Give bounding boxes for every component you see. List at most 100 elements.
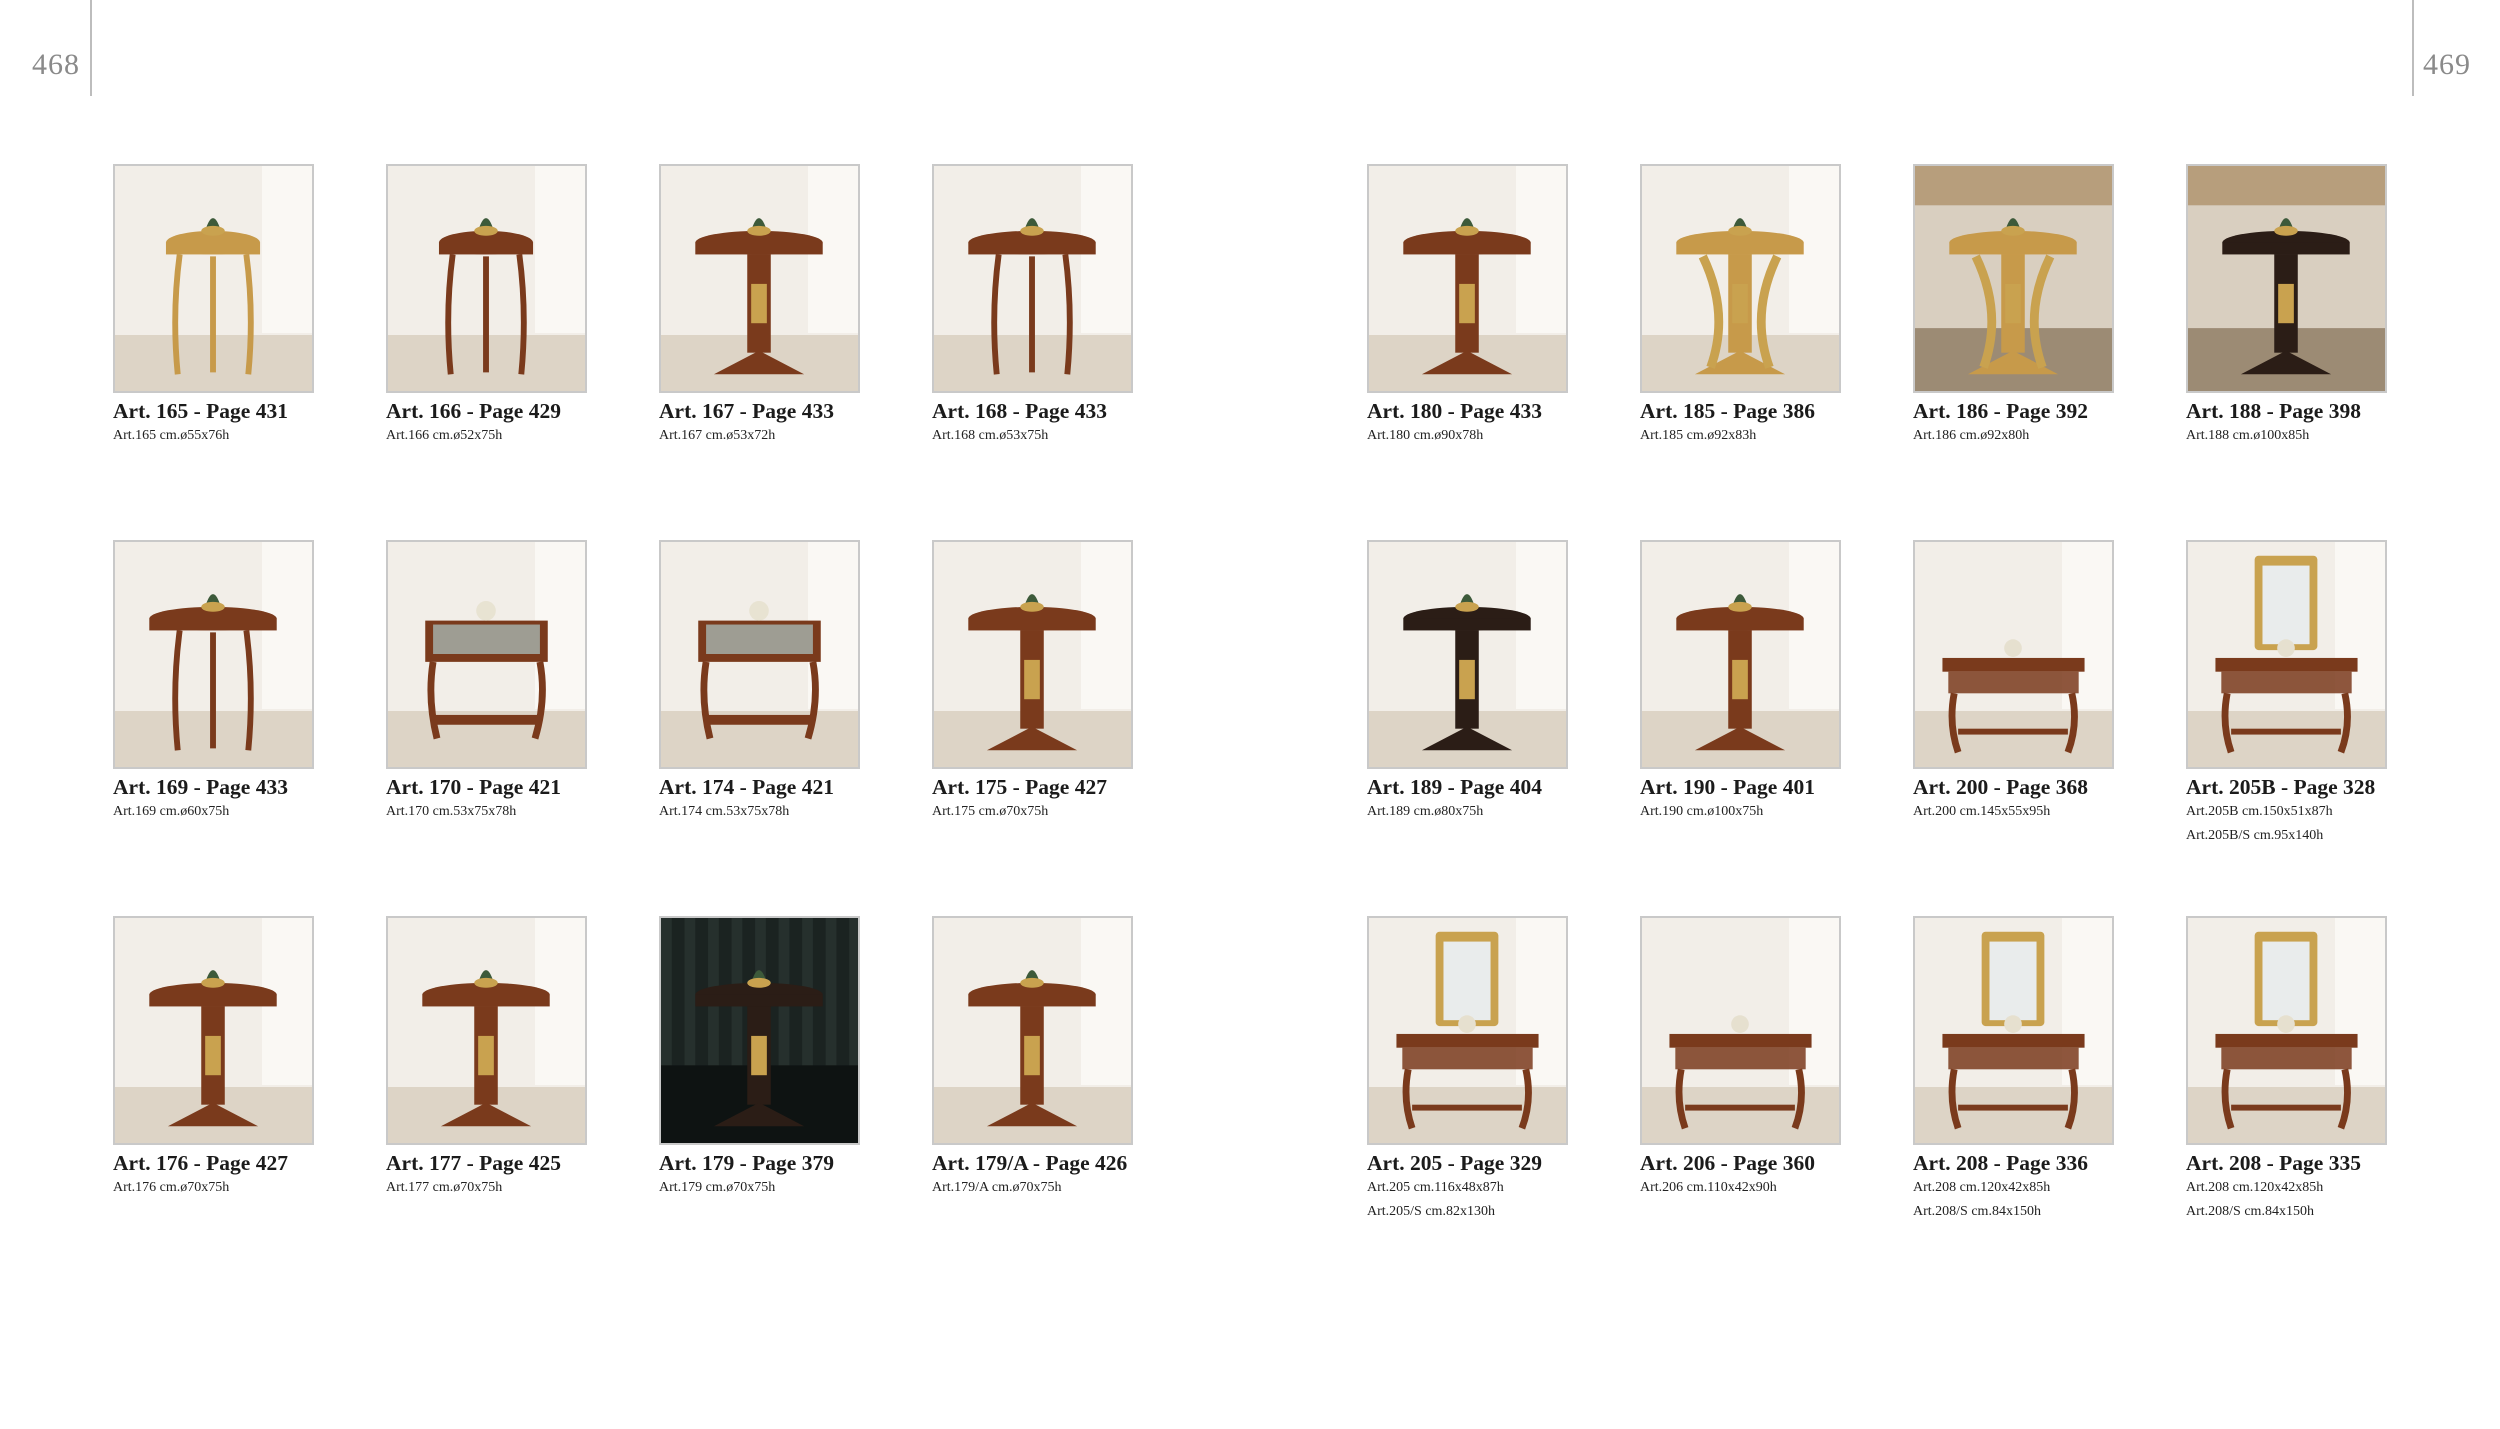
- product-photo[interactable]: [1367, 916, 1568, 1145]
- product-dimensions: Art.208/S cm.84x150h: [2186, 1204, 2314, 1219]
- catalog-item[interactable]: Art. 205 - Page 329 Art.205 cm.116x48x87h…: [1367, 916, 1627, 1224]
- product-photo[interactable]: [932, 916, 1133, 1145]
- product-dimensions: Art.205/S cm.82x130h: [1367, 1204, 1495, 1219]
- catalog-item[interactable]: Art. 188 - Page 398 Art.188 cm.ø100x85h: [2186, 164, 2446, 448]
- product-photo[interactable]: [1913, 540, 2114, 769]
- product-dimensions: Art.206 cm.110x42x90h: [1640, 1180, 1777, 1195]
- catalog-item[interactable]: Art. 168 - Page 433 Art.168 cm.ø53x75h: [932, 164, 1192, 448]
- catalog-item[interactable]: Art. 190 - Page 401 Art.190 cm.ø100x75h: [1640, 540, 1900, 824]
- product-dimensions: Art.179 cm.ø70x75h: [659, 1180, 776, 1195]
- page-divider-right: [2412, 0, 2414, 96]
- product-photo[interactable]: [1367, 540, 1568, 769]
- product-title: Art. 186 - Page 392: [1913, 399, 2088, 423]
- product-dimensions: Art.208 cm.120x42x85h: [2186, 1180, 2324, 1195]
- product-dimensions: Art.177 cm.ø70x75h: [386, 1180, 503, 1195]
- product-dimensions: Art.208 cm.120x42x85h: [1913, 1180, 2051, 1195]
- product-dimensions: Art.205B cm.150x51x87h: [2186, 804, 2333, 819]
- product-dimensions: Art.190 cm.ø100x75h: [1640, 804, 1764, 819]
- product-photo[interactable]: [659, 164, 860, 393]
- catalog-item[interactable]: Art. 170 - Page 421 Art.170 cm.53x75x78h: [386, 540, 646, 824]
- product-title: Art. 167 - Page 433: [659, 399, 834, 423]
- product-title: Art. 205B - Page 328: [2186, 775, 2376, 799]
- product-photo[interactable]: [113, 164, 314, 393]
- product-title: Art. 174 - Page 421: [659, 775, 834, 799]
- product-photo[interactable]: [932, 164, 1133, 393]
- product-photo[interactable]: [1913, 164, 2114, 393]
- product-dimensions: Art.189 cm.ø80x75h: [1367, 804, 1484, 819]
- product-photo[interactable]: [659, 540, 860, 769]
- catalog-item[interactable]: Art. 205B - Page 328 Art.205B cm.150x51x8…: [2186, 540, 2446, 848]
- product-photo[interactable]: [659, 916, 860, 1145]
- product-photo[interactable]: [386, 540, 587, 769]
- catalog-item[interactable]: Art. 167 - Page 433 Art.167 cm.ø53x72h: [659, 164, 919, 448]
- product-photo[interactable]: [113, 916, 314, 1145]
- catalog-item[interactable]: Art. 185 - Page 386 Art.185 cm.ø92x83h: [1640, 164, 1900, 448]
- product-dimensions: Art.205B/S cm.95x140h: [2186, 828, 2324, 843]
- catalog-item[interactable]: Art. 166 - Page 429 Art.166 cm.ø52x75h: [386, 164, 646, 448]
- product-dimensions: Art.188 cm.ø100x85h: [2186, 428, 2310, 443]
- product-dimensions: Art.186 cm.ø92x80h: [1913, 428, 2030, 443]
- product-photo[interactable]: [386, 164, 587, 393]
- product-dimensions: Art.168 cm.ø53x75h: [932, 428, 1049, 443]
- product-title: Art. 179/A - Page 426: [932, 1151, 1128, 1175]
- product-title: Art. 168 - Page 433: [932, 399, 1107, 423]
- product-title: Art. 176 - Page 427: [113, 1151, 288, 1175]
- product-dimensions: Art.185 cm.ø92x83h: [1640, 428, 1757, 443]
- catalog-item[interactable]: Art. 206 - Page 360 Art.206 cm.110x42x90h: [1640, 916, 1900, 1200]
- catalog-item[interactable]: Art. 180 - Page 433 Art.180 cm.ø90x78h: [1367, 164, 1627, 448]
- product-photo[interactable]: [1640, 540, 1841, 769]
- catalog-item[interactable]: Art. 208 - Page 335 Art.208 cm.120x42x85h…: [2186, 916, 2446, 1224]
- product-photo[interactable]: [1913, 916, 2114, 1145]
- product-title: Art. 177 - Page 425: [386, 1151, 561, 1175]
- catalog-item[interactable]: Art. 176 - Page 427 Art.176 cm.ø70x75h: [113, 916, 373, 1200]
- product-photo[interactable]: [113, 540, 314, 769]
- product-photo[interactable]: [1640, 916, 1841, 1145]
- product-title: Art. 165 - Page 431: [113, 399, 288, 423]
- product-title: Art. 200 - Page 368: [1913, 775, 2088, 799]
- catalog-item[interactable]: Art. 186 - Page 392 Art.186 cm.ø92x80h: [1913, 164, 2173, 448]
- catalog-item[interactable]: Art. 200 - Page 368 Art.200 cm.145x55x95h: [1913, 540, 2173, 824]
- product-dimensions: Art.170 cm.53x75x78h: [386, 804, 517, 819]
- catalog-item[interactable]: Art. 189 - Page 404 Art.189 cm.ø80x75h: [1367, 540, 1627, 824]
- catalog-item[interactable]: Art. 208 - Page 336 Art.208 cm.120x42x85h…: [1913, 916, 2173, 1224]
- product-title: Art. 189 - Page 404: [1367, 775, 1542, 799]
- product-title: Art. 180 - Page 433: [1367, 399, 1542, 423]
- page-number-right: 469: [2423, 48, 2471, 81]
- product-photo[interactable]: [2186, 540, 2387, 769]
- product-dimensions: Art.176 cm.ø70x75h: [113, 1180, 230, 1195]
- product-title: Art. 185 - Page 386: [1640, 399, 1815, 423]
- catalog-item[interactable]: Art. 179/A - Page 426 Art.179/A cm.ø70x75…: [932, 916, 1192, 1200]
- catalog-item[interactable]: Art. 174 - Page 421 Art.174 cm.53x75x78h: [659, 540, 919, 824]
- product-dimensions: Art.167 cm.ø53x72h: [659, 428, 776, 443]
- product-title: Art. 169 - Page 433: [113, 775, 288, 799]
- catalog-item[interactable]: Art. 177 - Page 425 Art.177 cm.ø70x75h: [386, 916, 646, 1200]
- catalog-item[interactable]: Art. 169 - Page 433 Art.169 cm.ø60x75h: [113, 540, 373, 824]
- product-dimensions: Art.166 cm.ø52x75h: [386, 428, 503, 443]
- product-title: Art. 205 - Page 329: [1367, 1151, 1542, 1175]
- catalog-item[interactable]: Art. 179 - Page 379 Art.179 cm.ø70x75h: [659, 916, 919, 1200]
- product-photo[interactable]: [1367, 164, 1568, 393]
- product-dimensions: Art.175 cm.ø70x75h: [932, 804, 1049, 819]
- product-photo[interactable]: [386, 916, 587, 1145]
- product-title: Art. 190 - Page 401: [1640, 775, 1815, 799]
- product-photo[interactable]: [1640, 164, 1841, 393]
- product-photo[interactable]: [2186, 164, 2387, 393]
- product-dimensions: Art.208/S cm.84x150h: [1913, 1204, 2041, 1219]
- product-title: Art. 179 - Page 379: [659, 1151, 834, 1175]
- page-number-left: 468: [32, 48, 80, 81]
- product-photo[interactable]: [932, 540, 1133, 769]
- product-title: Art. 188 - Page 398: [2186, 399, 2361, 423]
- product-title: Art. 208 - Page 336: [1913, 1151, 2088, 1175]
- product-dimensions: Art.179/A cm.ø70x75h: [932, 1180, 1062, 1195]
- product-title: Art. 206 - Page 360: [1640, 1151, 1815, 1175]
- catalog-item[interactable]: Art. 175 - Page 427 Art.175 cm.ø70x75h: [932, 540, 1192, 824]
- product-dimensions: Art.169 cm.ø60x75h: [113, 804, 230, 819]
- product-dimensions: Art.180 cm.ø90x78h: [1367, 428, 1484, 443]
- product-dimensions: Art.165 cm.ø55x76h: [113, 428, 230, 443]
- product-title: Art. 166 - Page 429: [386, 399, 561, 423]
- product-photo[interactable]: [2186, 916, 2387, 1145]
- product-dimensions: Art.205 cm.116x48x87h: [1367, 1180, 1504, 1195]
- product-dimensions: Art.200 cm.145x55x95h: [1913, 804, 2051, 819]
- product-title: Art. 170 - Page 421: [386, 775, 561, 799]
- catalog-item[interactable]: Art. 165 - Page 431 Art.165 cm.ø55x76h: [113, 164, 373, 448]
